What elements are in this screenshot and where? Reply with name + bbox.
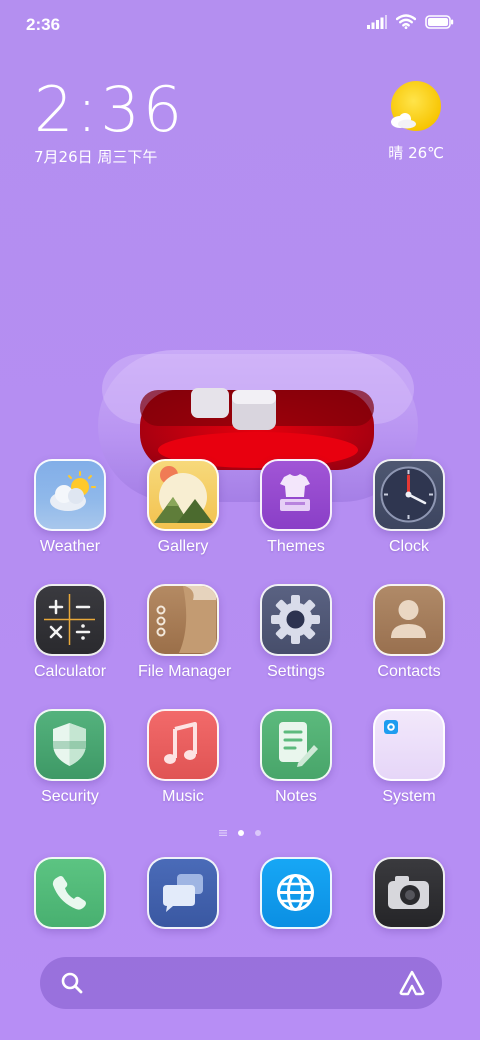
phone-icon [34,857,106,929]
app-label: Contacts [377,663,441,680]
app-contacts[interactable]: Contacts [364,584,454,681]
app-notes[interactable]: Notes [251,709,341,806]
contacts-icon [373,584,445,656]
app-label: Gallery [157,538,209,555]
signal-icon [367,14,387,29]
app-settings[interactable]: Settings [251,584,341,681]
calculator-icon [34,584,106,656]
file-manager-icon [147,584,219,656]
widget-date: 7月26日 周三下午 [34,148,158,166]
notes-icon [260,709,332,781]
dock-messages[interactable] [138,857,228,929]
page-dot-active[interactable] [238,830,244,836]
search-bar[interactable] [40,957,442,1009]
battery-icon [425,14,454,29]
app-label: Music [162,788,204,805]
page-indicator[interactable] [0,830,480,836]
gallery-icon [147,459,219,531]
wifi-icon [396,14,416,29]
app-security[interactable]: Security [25,709,115,806]
app-label: Calculator [33,663,107,680]
clock-icon [373,459,445,531]
camera-icon [373,857,445,929]
assistant-icon[interactable] [398,969,426,997]
weather-widget[interactable]: 晴 26℃ [388,80,444,163]
app-weather[interactable]: Weather [25,459,115,556]
app-label: File Manager [138,663,232,680]
widget-time: 2:36 [34,73,186,146]
weather-icon [34,459,106,531]
messages-icon [147,857,219,929]
settings-icon [260,584,332,656]
status-bar: 2:36 [0,0,480,50]
weather-text: 晴 26℃ [388,144,444,162]
sun-cloud-icon [389,80,443,134]
music-icon [147,709,219,781]
status-icons [367,14,454,29]
clock-widget[interactable]: 2:36 7月26日 周三下午 [34,78,185,167]
status-time: 2:36 [26,15,61,34]
app-label: Themes [267,538,325,555]
dock-browser[interactable] [251,857,341,929]
dock-phone[interactable] [25,857,115,929]
app-label: Security [41,788,99,805]
app-file-manager[interactable]: File Manager [138,584,232,681]
security-icon [34,709,106,781]
app-label: Settings [267,663,325,680]
app-label: System [382,788,436,805]
system-folder-icon [373,709,445,781]
app-themes[interactable]: Themes [251,459,341,556]
folder-system[interactable]: System [364,709,454,806]
app-clock[interactable]: Clock [364,459,454,556]
browser-icon [260,857,332,929]
app-label: Notes [275,788,317,805]
app-label: Clock [388,538,429,555]
app-gallery[interactable]: Gallery [138,459,228,556]
dock-camera[interactable] [364,857,454,929]
themes-icon [260,459,332,531]
app-label: Weather [39,538,101,555]
search-icon[interactable] [60,971,84,995]
app-calculator[interactable]: Calculator [25,584,115,681]
page-dot[interactable] [255,830,261,836]
app-list-icon[interactable] [219,830,227,836]
app-music[interactable]: Music [138,709,228,806]
